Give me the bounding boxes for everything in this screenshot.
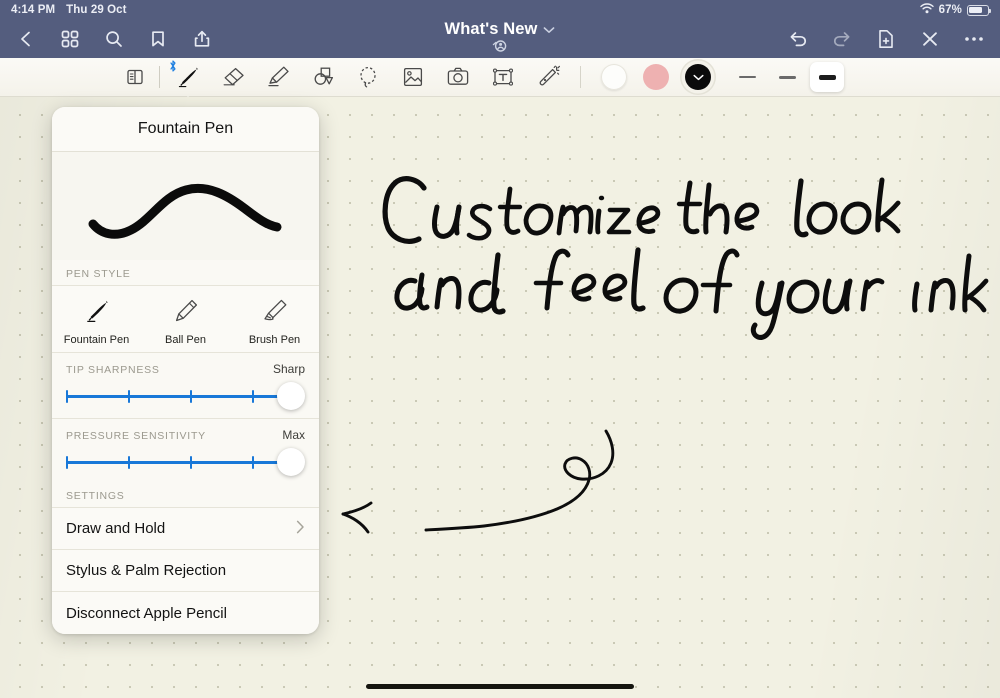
grid-icon[interactable] [58, 27, 82, 51]
slider-tick [128, 390, 130, 403]
pen-style-fountain-pen[interactable]: Fountain Pen [52, 293, 141, 346]
pen-style-ball-pen[interactable]: Ball Pen [141, 293, 230, 346]
tip-sharpness-head: TIP SHARPNESS Sharp [66, 362, 305, 376]
shapes-tool[interactable] [300, 58, 345, 97]
setting-stylus-palm-rejection[interactable]: Stylus & Palm Rejection [52, 550, 319, 592]
highlighter-tool[interactable] [255, 58, 300, 97]
status-bar-left: 4:14 PM Thu 29 Oct [11, 4, 127, 16]
tip-sharpness-label: TIP SHARPNESS [66, 364, 160, 376]
fountain-pen-icon [82, 293, 112, 329]
setting-draw-and-hold[interactable]: Draw and Hold [52, 508, 319, 550]
add-page-icon[interactable] [874, 27, 898, 51]
color-swatch-black[interactable] [685, 64, 711, 90]
pen-style-brush-pen[interactable]: Brush Pen [230, 293, 319, 346]
share-icon[interactable] [190, 27, 214, 51]
nav-right-group [786, 27, 986, 51]
tool-bar [0, 58, 1000, 97]
pen-settings-panel: Fountain Pen PEN STYLE Fountain Pen [52, 107, 319, 634]
status-time: 4:14 PM [11, 4, 55, 16]
color-swatch-pink[interactable] [643, 64, 669, 90]
document-title-button[interactable]: What's New [445, 20, 556, 39]
tip-sharpness-slider[interactable] [66, 382, 305, 410]
status-date: Thu 29 Oct [66, 4, 126, 16]
ball-pen-icon [171, 293, 201, 329]
slider-tick [252, 456, 254, 469]
wifi-icon [920, 3, 934, 17]
close-icon[interactable] [918, 27, 942, 51]
pen-stroke-preview [52, 152, 319, 260]
reader-tool[interactable] [112, 58, 157, 97]
popover-notch [185, 107, 205, 108]
setting-label: Stylus & Palm Rejection [66, 562, 226, 579]
color-swatch-white[interactable] [601, 64, 627, 90]
pen-style-options: Fountain Pen Ball Pen [52, 285, 319, 353]
eraser-tool[interactable] [210, 58, 255, 97]
setting-disconnect-apple-pencil[interactable]: Disconnect Apple Pencil [52, 592, 319, 634]
status-bar: 4:14 PM Thu 29 Oct 67% [0, 0, 1000, 20]
pressure-sensitivity-label: PRESSURE SENSITIVITY [66, 430, 206, 442]
pressure-sensitivity-slider-row: PRESSURE SENSITIVITY Max [52, 419, 319, 480]
setting-label: Disconnect Apple Pencil [66, 605, 227, 622]
slider-thumb[interactable] [277, 448, 305, 476]
slider-tick [128, 456, 130, 469]
stroke-width-thick[interactable] [810, 62, 844, 92]
pen-settings-list: Draw and Hold Stylus & Palm Rejection Di… [52, 507, 319, 634]
pen-panel-title: Fountain Pen [138, 120, 233, 138]
tip-sharpness-slider-row: TIP SHARPNESS Sharp [52, 353, 319, 414]
stroke-width-thin[interactable] [730, 62, 764, 92]
slider-tick [66, 390, 68, 403]
slider-track-line [66, 395, 293, 398]
nav-left-group [14, 27, 214, 51]
pen-style-section-label: PEN STYLE [52, 260, 319, 285]
person-cloud-icon[interactable] [489, 39, 511, 58]
page-title: What's New [445, 20, 538, 39]
nav-bar: What's New [0, 20, 1000, 58]
toolbar-divider [159, 66, 160, 88]
battery-icon [967, 5, 989, 16]
slider-tick [190, 456, 192, 469]
status-bar-right: 67% [920, 3, 989, 17]
settings-section-label: SETTINGS [52, 480, 319, 507]
notes-app-window: 4:14 PM Thu 29 Oct 67% [0, 0, 1000, 698]
slider-tick [190, 390, 192, 403]
bookmark-icon[interactable] [146, 27, 170, 51]
bluetooth-icon [169, 60, 177, 72]
more-icon[interactable] [962, 27, 986, 51]
pen-tool[interactable] [165, 58, 210, 97]
pressure-sensitivity-slider[interactable] [66, 448, 305, 476]
battery-percent: 67% [939, 4, 962, 16]
image-tool[interactable] [390, 58, 435, 97]
tool-bar-inner [0, 58, 847, 96]
pressure-sensitivity-head: PRESSURE SENSITIVITY Max [66, 428, 305, 442]
slider-track-line [66, 461, 293, 464]
brush-pen-icon [260, 293, 290, 329]
stroke-width-medium[interactable] [770, 62, 804, 92]
chevron-right-icon [296, 520, 305, 538]
chevron-down-icon[interactable] [543, 21, 555, 39]
text-tool[interactable] [480, 58, 525, 97]
toolbar-divider-2 [580, 66, 581, 88]
magic-tool[interactable] [525, 58, 570, 97]
redo-icon[interactable] [830, 27, 854, 51]
lasso-tool[interactable] [345, 58, 390, 97]
slider-tick [252, 390, 254, 403]
pen-panel-header: Fountain Pen [52, 107, 319, 152]
home-indicator [366, 684, 634, 689]
camera-tool[interactable] [435, 58, 480, 97]
pen-style-label: Ball Pen [165, 334, 206, 346]
slider-tick [66, 456, 68, 469]
setting-label: Draw and Hold [66, 520, 165, 537]
pen-style-label: Fountain Pen [64, 334, 129, 346]
pressure-sensitivity-value: Max [282, 428, 305, 442]
undo-icon[interactable] [786, 27, 810, 51]
search-icon[interactable] [102, 27, 126, 51]
tip-sharpness-value: Sharp [273, 362, 305, 376]
pen-style-label: Brush Pen [249, 334, 300, 346]
back-icon[interactable] [14, 27, 38, 51]
slider-thumb[interactable] [277, 382, 305, 410]
